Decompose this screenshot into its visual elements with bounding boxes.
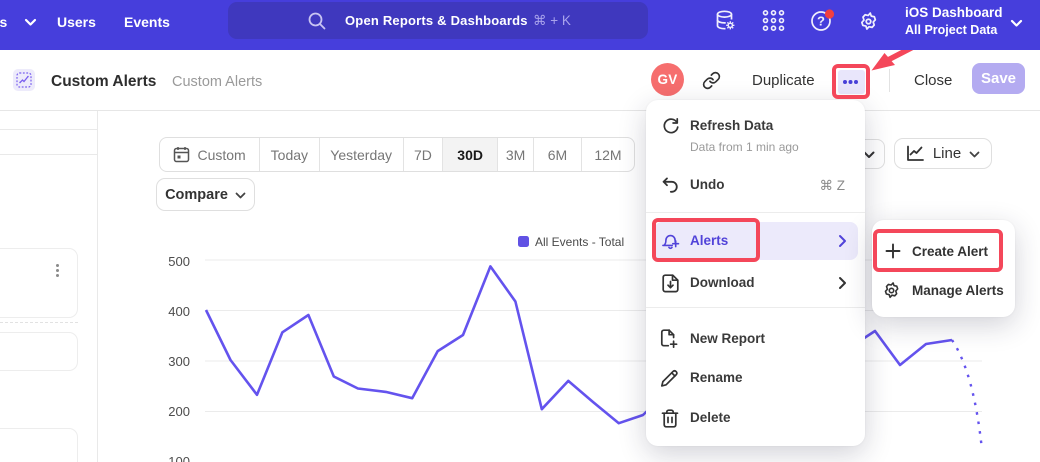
svg-text:?: ? — [817, 14, 825, 29]
